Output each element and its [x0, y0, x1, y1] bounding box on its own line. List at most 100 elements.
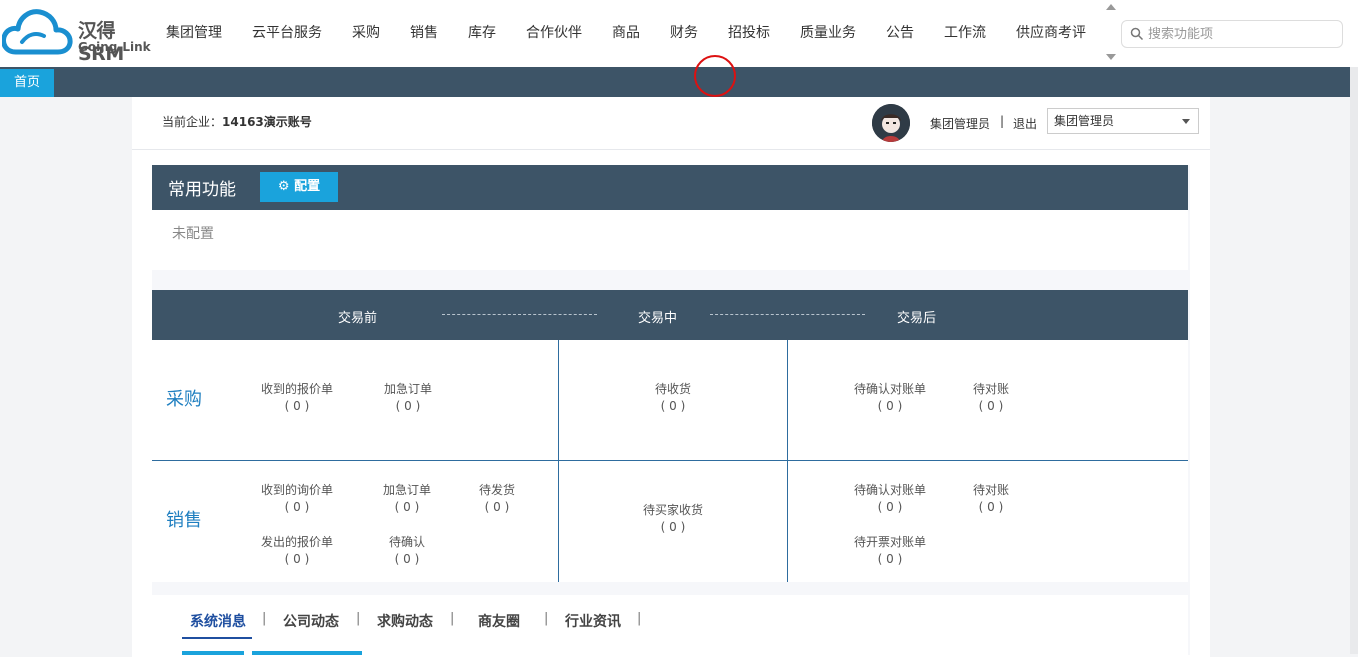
common-functions-header: 常用功能 ⚙ 配置 — [152, 165, 1188, 210]
news-separator: | — [637, 611, 642, 626]
cell-label: 加急订单 — [383, 382, 432, 396]
scroll-down-icon[interactable] — [1106, 54, 1116, 60]
cursor-highlight — [694, 55, 736, 97]
purchase-row-title: 采购 — [166, 389, 202, 410]
purchase-pending-reconcile[interactable]: 待对账 ( 0 ) — [941, 380, 1041, 413]
cell-count: ( 0 ) — [395, 399, 421, 413]
search-input[interactable] — [1148, 24, 1338, 44]
not-configured-text: 未配置 — [172, 226, 214, 242]
news-separator: | — [356, 611, 361, 626]
transaction-grid: 采购 收到的报价单 ( 0 ) 加急订单 ( 0 ) 待收货 ( 0 ) 待确认… — [152, 340, 1188, 582]
purchase-urgent-orders[interactable]: 加急订单 ( 0 ) — [358, 380, 458, 413]
cell-label: 待确认 — [388, 535, 425, 549]
company-name: 14163演示账号 — [222, 115, 312, 129]
sales-received-inquiries[interactable]: 收到的询价单 ( 0 ) — [247, 481, 347, 514]
sales-pending-reconcile[interactable]: 待对账 ( 0 ) — [941, 481, 1041, 514]
dashboard: 常用功能 ⚙ 配置 未配置 交易前 交易中 交易后 采购 收到的报价单 ( 0 — [152, 165, 1190, 655]
flow-during-label: 交易中 — [638, 311, 678, 326]
purchase-pending-receipt[interactable]: 待收货 ( 0 ) — [623, 380, 723, 413]
main-nav: 集团管理 云平台服务 采购 销售 库存 合作伙伴 商品 财务 招投标 质量业务 … — [158, 22, 1108, 44]
cell-label: 待买家收货 — [642, 503, 703, 517]
user-role: 集团管理员 — [930, 117, 991, 131]
sales-pending-confirm[interactable]: 待确认 ( 0 ) — [357, 533, 457, 566]
sales-pending-invoice-statements[interactable]: 待开票对账单 ( 0 ) — [840, 533, 940, 566]
flow-dash — [442, 314, 597, 315]
sales-urgent-orders[interactable]: 加急订单 ( 0 ) — [357, 481, 457, 514]
tab-industry-news[interactable]: 行业资讯 — [565, 611, 621, 631]
brand-subtitle: Going-Link — [78, 40, 151, 54]
nav-item-quality[interactable]: 质量业务 — [792, 22, 864, 44]
sales-pending-shipment[interactable]: 待发货 ( 0 ) — [447, 481, 547, 514]
transaction-flow-header: 交易前 交易中 交易后 — [152, 290, 1188, 340]
nav-item-finance[interactable]: 财务 — [662, 22, 706, 44]
tab-strip: 首页 — [0, 67, 1358, 97]
nav-item-workflow[interactable]: 工作流 — [936, 22, 994, 44]
cloud-logo-icon — [2, 9, 73, 55]
nav-item-partners[interactable]: 合作伙伴 — [518, 22, 590, 44]
divider — [132, 149, 1210, 150]
cell-count: ( 0 ) — [284, 500, 310, 514]
flow-after-label: 交易后 — [897, 311, 937, 326]
cell-label: 待确认对账单 — [853, 382, 926, 396]
cell-count: ( 0 ) — [394, 500, 420, 514]
logout-link[interactable]: 退出 — [1013, 115, 1037, 132]
column-divider — [558, 340, 559, 582]
tab-business-circle[interactable]: 商友圈 — [478, 611, 520, 631]
content-tab-strip[interactable] — [182, 651, 244, 655]
nav-item-sales[interactable]: 销售 — [402, 22, 446, 44]
cell-count: ( 0 ) — [978, 399, 1004, 413]
chevron-down-icon — [1182, 119, 1190, 124]
nav-item-goods[interactable]: 商品 — [604, 22, 648, 44]
cell-count: ( 0 ) — [284, 399, 310, 413]
avatar[interactable] — [872, 104, 910, 142]
purchase-received-quotes[interactable]: 收到的报价单 ( 0 ) — [247, 380, 347, 413]
sales-row-title: 销售 — [166, 510, 202, 531]
tab-purchase-requests[interactable]: 求购动态 — [377, 611, 433, 631]
cell-count: ( 0 ) — [484, 500, 510, 514]
user-avatar-icon — [872, 104, 910, 142]
cell-label: 待对账 — [972, 483, 1009, 497]
flow-dash — [710, 314, 865, 315]
role-select-value: 集团管理员 — [1054, 114, 1115, 128]
common-functions-body: 未配置 — [152, 210, 1188, 270]
cell-label: 收到的报价单 — [260, 382, 333, 396]
search-icon[interactable] — [1130, 27, 1144, 41]
role-select[interactable]: 集团管理员 — [1047, 108, 1199, 134]
cell-label: 待对账 — [972, 382, 1009, 396]
tab-company-news[interactable]: 公司动态 — [283, 611, 339, 631]
nav-item-purchase[interactable]: 采购 — [344, 22, 388, 44]
nav-item-announcements[interactable]: 公告 — [878, 22, 922, 44]
nav-item-bidding[interactable]: 招投标 — [720, 22, 778, 44]
nav-scroll — [1104, 2, 1118, 62]
purchase-confirm-statements[interactable]: 待确认对账单 ( 0 ) — [840, 380, 940, 413]
header-separator: | — [1000, 114, 1005, 128]
cell-label: 待开票对账单 — [853, 535, 926, 549]
news-tabs: 系统消息 | 公司动态 | 求购动态 | 商友圈 | 行业资讯 | — [152, 595, 1188, 655]
logo[interactable]: 汉得SRM Going-Link — [2, 6, 152, 65]
cell-label: 待确认对账单 — [853, 483, 926, 497]
config-button-label: 配置 — [294, 179, 321, 194]
nav-item-cloud[interactable]: 云平台服务 — [244, 22, 330, 44]
nav-item-supplier-eval[interactable]: 供应商考评 — [1008, 22, 1094, 44]
config-button[interactable]: ⚙ 配置 — [260, 172, 338, 202]
sales-sent-quotes[interactable]: 发出的报价单 ( 0 ) — [247, 533, 347, 566]
sales-confirm-statements[interactable]: 待确认对账单 ( 0 ) — [840, 481, 940, 514]
scroll-up-icon[interactable] — [1106, 4, 1116, 10]
cell-label: 待收货 — [654, 382, 691, 396]
common-functions-title: 常用功能 — [168, 180, 236, 200]
tab-system-messages[interactable]: 系统消息 — [190, 611, 246, 631]
gear-icon: ⚙ — [277, 179, 290, 194]
cell-label: 收到的询价单 — [260, 483, 333, 497]
content-tab-strip[interactable] — [252, 651, 362, 655]
sales-pending-buyer-receipt[interactable]: 待买家收货 ( 0 ) — [623, 501, 723, 534]
top-bar: 汉得SRM Going-Link 集团管理 云平台服务 采购 销售 库存 合作伙… — [0, 0, 1358, 67]
tab-home[interactable]: 首页 — [0, 69, 54, 97]
nav-item-group[interactable]: 集团管理 — [158, 22, 230, 44]
active-tab-indicator — [182, 637, 252, 639]
page-scrollbar[interactable] — [1350, 67, 1358, 654]
cell-count: ( 0 ) — [877, 399, 903, 413]
cell-count: ( 0 ) — [284, 552, 310, 566]
cell-label: 加急订单 — [382, 483, 431, 497]
nav-item-inventory[interactable]: 库存 — [460, 22, 504, 44]
current-company: 当前企业：14163演示账号 — [162, 113, 312, 130]
